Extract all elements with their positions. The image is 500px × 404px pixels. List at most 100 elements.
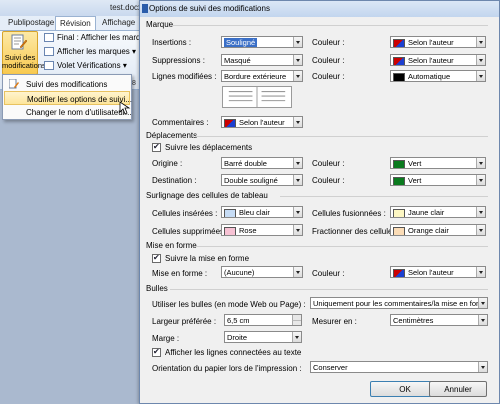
separator	[196, 246, 488, 247]
origin-color-label: Couleur :	[312, 159, 345, 168]
comments-label: Commentaires :	[152, 118, 209, 127]
final-icon	[44, 33, 54, 43]
show-lines-checkbox[interactable]	[152, 347, 161, 357]
separator	[172, 25, 488, 26]
dialog-icon	[142, 4, 148, 13]
chevron-down-icon	[293, 207, 302, 217]
paper-orientation-label: Orientation du papier lors de l'impressi…	[152, 364, 302, 373]
deleted-cells-select[interactable]: Rose	[221, 224, 303, 236]
author-color-swatch	[393, 38, 405, 47]
green-color-swatch	[393, 176, 405, 185]
menu-item-change-username[interactable]: Changer le nom d'utilisateur...	[4, 105, 132, 119]
formatting-label: Mise en forme :	[152, 269, 208, 278]
destination-select[interactable]: Double souligné	[221, 174, 303, 186]
deleted-cells-label: Cellules supprimées :	[152, 227, 229, 236]
origin-select[interactable]: Barré double	[221, 157, 303, 169]
changed-lines-select[interactable]: Bordure extérieure	[221, 70, 303, 82]
chevron-down-icon	[476, 158, 485, 168]
changed-lines-color-select[interactable]: Automatique	[390, 70, 486, 82]
chevron-down-icon	[293, 55, 302, 65]
formatting-color-label: Couleur :	[312, 269, 345, 278]
section-mise-en-forme: Mise en forme	[146, 241, 197, 250]
destination-color-label: Couleur :	[312, 176, 345, 185]
suppressions-color-select[interactable]: Selon l'auteur	[390, 54, 486, 66]
measure-in-select[interactable]: Centimètres	[390, 314, 488, 326]
track-formatting-checkbox[interactable]	[152, 253, 161, 263]
destination-label: Destination :	[152, 176, 197, 185]
merged-cells-select[interactable]: Jaune clair	[390, 206, 486, 218]
insertions-color-label: Couleur :	[312, 38, 345, 47]
mouse-cursor-icon	[119, 101, 131, 115]
chevron-down-icon	[476, 207, 485, 217]
origin-label: Origine :	[152, 159, 183, 168]
ribbon-group-number: 8	[132, 80, 136, 87]
preferred-width-label: Largeur préférée :	[152, 317, 217, 326]
separator	[196, 136, 488, 137]
chevron-down-icon	[476, 175, 485, 185]
formatting-select[interactable]: (Aucune)	[221, 266, 303, 278]
track-moves-label: Suivre les déplacements	[165, 143, 253, 152]
chevron-down-icon	[293, 158, 302, 168]
chevron-down-icon	[293, 225, 302, 235]
tab-publipostage[interactable]: Publipostage	[4, 16, 58, 30]
inserted-cells-select[interactable]: Bleu clair	[221, 206, 303, 218]
chevron-down-icon	[476, 37, 485, 47]
menu-item-change-options[interactable]: Modifier les options de suivi...	[4, 91, 132, 105]
green-color-swatch	[393, 159, 405, 168]
formatting-color-select[interactable]: Selon l'auteur	[390, 266, 486, 278]
comments-color-select[interactable]: Selon l'auteur	[221, 116, 303, 128]
final-markup-dropdown[interactable]: Final : Afficher les marqu	[44, 33, 142, 43]
origin-color-select[interactable]: Vert	[390, 157, 486, 169]
author-color-swatch	[393, 268, 405, 277]
separator	[280, 196, 488, 197]
chevron-down-icon	[293, 267, 302, 277]
insertions-color-select[interactable]: Selon l'auteur	[390, 36, 486, 48]
changed-lines-label: Lignes modifiées :	[152, 72, 217, 81]
pane-icon	[44, 61, 54, 71]
menu-item-track-changes[interactable]: Suivi des modifications	[4, 77, 130, 91]
margin-label: Marge :	[152, 334, 180, 343]
track-changes-menu: Suivi des modifications Modifier les opt…	[2, 74, 132, 120]
chevron-down-icon	[476, 267, 485, 277]
lightorange-color-swatch	[393, 226, 405, 235]
markup-preview	[222, 86, 292, 108]
show-lines-label: Afficher les lignes connectées au texte	[165, 348, 302, 357]
margin-select[interactable]: Droite	[224, 331, 302, 343]
insertions-select[interactable]: Souligné	[221, 36, 303, 48]
destination-color-select[interactable]: Vert	[390, 174, 486, 186]
preferred-width-spinner[interactable]: 6,5 cm	[224, 314, 302, 326]
black-color-swatch	[393, 72, 405, 81]
measure-in-label: Mesurer en :	[312, 317, 357, 326]
dialog-title: Options de suivi des modifications	[149, 4, 270, 13]
section-deplacements: Déplacements	[146, 131, 198, 140]
chevron-down-icon	[293, 37, 302, 47]
show-markup-button[interactable]: Afficher les marques ▾	[44, 47, 142, 57]
markup-icon	[44, 47, 54, 57]
track-changes-small-icon	[9, 79, 19, 89]
lightblue-color-swatch	[224, 208, 236, 217]
insertions-label: Insertions :	[152, 38, 192, 47]
track-moves-checkbox[interactable]	[152, 142, 161, 152]
chevron-down-icon	[293, 117, 302, 127]
paper-orientation-select[interactable]: Conserver	[310, 361, 488, 373]
changed-lines-color-label: Couleur :	[312, 72, 345, 81]
spin-down-icon[interactable]	[292, 320, 301, 325]
inserted-cells-label: Cellules insérées :	[152, 209, 218, 218]
chevron-down-icon	[478, 362, 487, 372]
author-color-swatch	[224, 118, 236, 127]
tab-revision[interactable]: Révision	[55, 16, 96, 30]
suppressions-select[interactable]: Masqué	[221, 54, 303, 66]
chevron-down-icon	[476, 71, 485, 81]
use-balloons-select[interactable]: Uniquement pour les commentaires/la mise…	[310, 297, 488, 309]
cancel-button[interactable]: Annuler	[429, 381, 487, 397]
chevron-down-icon	[293, 175, 302, 185]
suppressions-label: Suppressions :	[152, 56, 205, 65]
reviewing-pane-button[interactable]: Volet Vérifications ▾	[44, 61, 142, 71]
tab-affichage[interactable]: Affichage	[98, 16, 139, 30]
chevron-down-icon	[292, 332, 301, 342]
chevron-down-icon	[293, 71, 302, 81]
track-changes-label: Suivi des modifications	[2, 53, 46, 70]
split-cells-select[interactable]: Orange clair	[390, 224, 486, 236]
pink-color-swatch	[224, 226, 236, 235]
lightyellow-color-swatch	[393, 208, 405, 217]
